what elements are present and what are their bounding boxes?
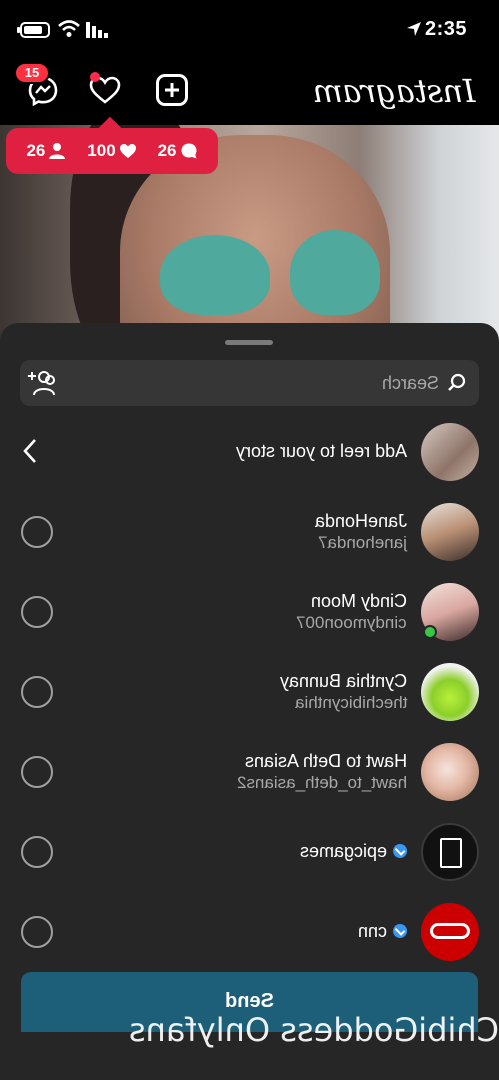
select-radio[interactable] — [21, 916, 53, 948]
activity-dot — [90, 72, 100, 82]
search-placeholder: Search — [381, 373, 439, 393]
avatar — [421, 903, 479, 961]
avatar — [421, 503, 479, 561]
contact-name: JaneHonda — [314, 511, 407, 531]
activity-button[interactable] — [88, 72, 122, 106]
add-people-icon[interactable] — [26, 368, 58, 398]
chevron-left-icon — [23, 439, 36, 463]
comments-count: 26 — [158, 141, 198, 161]
contact-username: thechibicynthia — [294, 693, 407, 712]
followers-count: 26 — [26, 141, 66, 161]
add-to-story-label: Add reel to your story — [235, 441, 407, 461]
status-time: 2:35 — [424, 18, 467, 40]
contact-username: janehonda7 — [318, 533, 407, 552]
activity-notification[interactable]: 26 100 26 — [6, 116, 218, 174]
avatar — [421, 423, 479, 481]
share-sheet: Search Add reel to your story JaneHonda … — [0, 323, 499, 1080]
avatar — [421, 823, 479, 881]
contact-name-text: epicgames — [299, 841, 387, 861]
search-icon — [448, 373, 466, 391]
list-item[interactable]: JaneHonda janehonda7 — [0, 497, 499, 567]
new-post-icon[interactable] — [156, 74, 188, 106]
epic-logo-icon — [440, 838, 462, 868]
select-radio[interactable] — [21, 836, 53, 868]
select-radio[interactable] — [21, 756, 53, 788]
watermark: ChibiGoddess Onlyfans — [128, 1011, 499, 1049]
wifi-icon — [58, 20, 80, 37]
list-item[interactable]: cnn — [0, 897, 499, 967]
contact-username: hawt_to_deth_asians2 — [236, 773, 407, 792]
messages-badge: 15 — [14, 62, 50, 84]
select-radio[interactable] — [21, 596, 53, 628]
instagram-logo[interactable]: Instagram — [313, 72, 475, 110]
contact-name: Hawt to Deth Asians — [244, 751, 407, 771]
photo-swimsuit-right — [290, 230, 380, 315]
avatar — [421, 663, 479, 721]
contact-username: cindymoon007 — [296, 613, 407, 632]
verified-badge-icon — [393, 844, 407, 859]
contact-name: Cindy Moon — [310, 591, 407, 611]
select-radio[interactable] — [21, 676, 53, 708]
contact-name: epicgames — [300, 841, 407, 862]
select-radio[interactable] — [21, 516, 53, 548]
online-indicator — [423, 625, 437, 639]
list-item[interactable]: epicgames — [0, 817, 499, 887]
avatar — [421, 743, 479, 801]
person-icon — [49, 143, 66, 159]
contact-name: cnn — [358, 921, 407, 942]
signal-icon — [86, 22, 108, 38]
avatar — [421, 583, 479, 641]
followers-value: 26 — [26, 141, 46, 160]
contact-name: Cynthia Bunnay — [279, 671, 407, 691]
likes-count: 100 — [87, 141, 136, 161]
battery-charging-icon — [17, 22, 50, 38]
location-arrow-icon — [407, 22, 421, 36]
app-header: 15 Instagram — [0, 62, 499, 125]
list-item[interactable]: Hawt to Deth Asians hawt_to_deth_asians2 — [0, 737, 499, 807]
status-bar: 2:35 — [0, 0, 499, 62]
contact-name-text: cnn — [357, 921, 387, 941]
likes-value: 100 — [87, 141, 116, 160]
heart-filled-icon — [119, 144, 136, 158]
list-item[interactable]: Cynthia Bunnay thechibicynthia — [0, 657, 499, 727]
comment-icon — [181, 143, 197, 159]
search-input[interactable]: Search — [20, 360, 479, 406]
comments-value: 26 — [157, 141, 177, 160]
sheet-drag-handle[interactable] — [225, 340, 273, 345]
list-item[interactable]: Cindy Moon cindymoon007 — [0, 577, 499, 647]
cnn-logo-icon — [430, 923, 470, 939]
verified-badge-icon — [393, 924, 407, 939]
add-to-story-row[interactable]: Add reel to your story — [0, 417, 499, 487]
photo-swimsuit-left — [160, 235, 270, 315]
